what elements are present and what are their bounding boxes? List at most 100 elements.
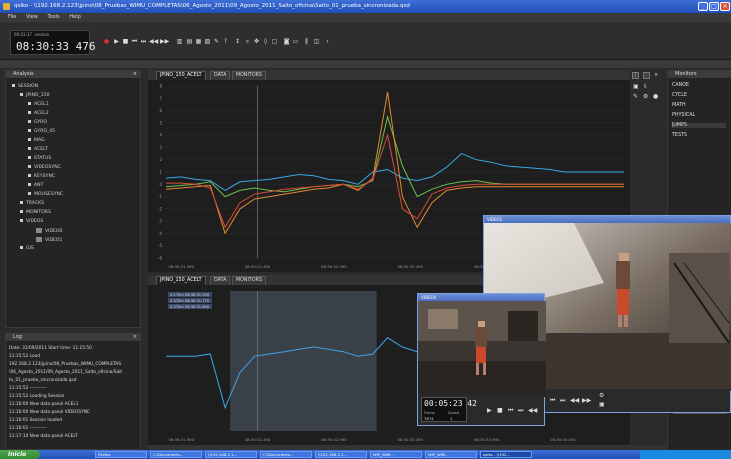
taskbar-task[interactable]: \\192.168.2.1... [205,451,257,458]
split-icon[interactable]: ‖ [303,38,310,45]
tree-item[interactable]: TRACKS [20,201,44,206]
tree-item[interactable]: ANT [28,183,43,188]
sync-icon[interactable]: ↕ [234,38,241,45]
panel1-settings-icon[interactable] [643,72,650,79]
video-large-forward-icon[interactable]: ▶▶ [582,397,591,404]
monitor-item[interactable]: MATH [672,103,686,108]
video-large-skip-end-icon[interactable]: ⏭ [560,397,565,405]
panel1-tool-icon[interactable]: ⋮ [632,72,639,79]
video-small-rewind-icon[interactable]: ◀◀ [528,407,537,414]
zoom-icon[interactable]: ⌕ [244,38,251,45]
minimize-button[interactable]: _ [698,2,708,11]
tree-item[interactable]: SESSION [12,84,38,89]
expand-icon[interactable] [28,129,31,132]
taskbar-task[interactable]: qslko - \\192... [480,451,532,458]
forward-icon[interactable]: ▶▶ [160,38,169,45]
panel1-close-icon[interactable]: × [654,72,658,78]
menu-file[interactable]: File [8,14,16,20]
move-icon[interactable]: ✥ [253,38,260,45]
taskbar-task[interactable]: \\192.168.2.1... [315,451,367,458]
camera-icon[interactable]: ◙ [283,38,290,45]
tree-item[interactable]: VIDEOSYNC [28,165,61,170]
video-small-skip-end-icon[interactable]: ⏭ [518,407,523,415]
record-icon[interactable]: ● [103,38,110,45]
taskbar-task[interactable]: Firefox [95,451,147,458]
monitor-item[interactable]: TESTS [672,133,687,138]
menu-tools[interactable]: Tools [47,14,59,20]
video-small-skip-start-icon[interactable]: ⏮ [508,407,513,415]
expand-icon[interactable] [20,201,23,204]
taskbar-task[interactable]: C:\Documents... [260,451,312,458]
panel1-tool2-icon[interactable]: ✎ [633,93,638,100]
tree-item[interactable]: GIS [20,246,34,251]
panel1-tool3-icon[interactable]: ⚙ [643,93,648,100]
panel2-tab-acelt[interactable]: JPINO_150_ACELT [156,276,206,285]
expand-icon[interactable] [28,111,31,114]
start-button[interactable]: Inicio [0,450,40,459]
tree-item[interactable]: STATUS [28,156,51,161]
panel-icon[interactable]: ▥ [176,38,183,45]
tree-item[interactable]: GYRO_45 [28,129,55,134]
tree-item[interactable]: JPINO_150 [20,93,50,98]
tree-item[interactable]: ACELT [28,147,48,152]
skip-end-icon[interactable]: ⏭ [140,38,147,45]
video-large-save-icon[interactable]: ▣ [599,401,605,408]
expand-icon[interactable] [12,84,15,87]
tree-item[interactable]: VIDEO0 [36,228,62,234]
rewind-icon[interactable]: ◀◀ [149,38,158,45]
marker-icon[interactable]: ◊ [262,38,269,45]
expand-icon[interactable] [20,93,23,96]
tree-item[interactable]: GYRO [28,120,47,125]
expand-icon[interactable] [28,174,31,177]
tree-item[interactable]: KEYSYNC [28,174,55,179]
menu-view[interactable]: View [26,14,38,20]
expand-icon[interactable] [28,120,31,123]
taskbar-task[interactable]: C:\Documents... [150,451,202,458]
tree-item[interactable]: MAG [28,138,45,143]
play-icon[interactable]: ▶ [113,38,120,45]
panel1-tool4-icon[interactable]: ● [653,93,658,100]
tree-item[interactable]: MONITORS [20,210,51,215]
panel2-tab-monitors[interactable]: MONITORS [232,276,267,285]
video-large-rewind-icon[interactable]: ◀◀ [570,397,579,404]
menu-help[interactable]: Help [69,14,80,20]
analysis-close-icon[interactable]: × [133,70,137,79]
chart-icon[interactable]: ▤ [186,38,193,45]
stop-icon[interactable]: ■ [122,38,129,45]
expand-icon[interactable] [28,138,31,141]
panel1-export-icon[interactable]: ⇩ [643,83,648,90]
log-close-icon[interactable]: × [133,333,137,342]
video-icon[interactable] [36,228,42,233]
select-icon[interactable]: ▢ [271,38,278,45]
more-icon[interactable]: › [324,38,331,45]
panel1-tab-data[interactable]: DATA [210,71,231,80]
selection-region[interactable] [230,291,377,431]
monitor-item[interactable]: CYCLE [672,93,687,98]
skip-start-icon[interactable]: ⏮ [131,38,138,45]
expand-icon[interactable] [20,219,23,222]
tree-item[interactable]: ACEL2 [28,111,49,116]
panel1-tab-acelt[interactable]: JPINO_150_ACELT [156,71,206,80]
expand-icon[interactable] [28,165,31,168]
monitor-item[interactable]: CANOE [672,83,689,88]
expand-icon[interactable] [28,183,31,186]
video-small-play-icon[interactable]: ▶ [487,407,492,414]
expand-icon[interactable] [28,156,31,159]
tree-item[interactable]: VIDEOS [20,219,43,224]
panel1-tab-monitors[interactable]: MONITORS [232,71,267,80]
tree-item[interactable]: VIDEO1 [36,237,62,243]
expand-icon[interactable] [28,147,31,150]
video-large-skip-start-icon[interactable]: ⏮ [550,397,555,405]
taskbar-task[interactable]: WIP_WIM... [425,451,477,458]
video-small-stop-icon[interactable]: ■ [497,407,503,414]
maximize-button[interactable]: □ [709,2,719,11]
video-icon[interactable] [36,237,42,242]
panel2-tab-data[interactable]: DATA [210,276,231,285]
expand-icon[interactable] [28,102,31,105]
panel1-save-icon[interactable]: ▣ [633,83,639,90]
tree-item[interactable]: ACEL1 [28,102,49,107]
help-icon[interactable]: ? [222,38,229,45]
tool-icon[interactable]: ✎ [213,38,220,45]
expand-icon[interactable] [28,192,31,195]
video-large-tool-icon[interactable]: ⚙ [599,392,604,399]
